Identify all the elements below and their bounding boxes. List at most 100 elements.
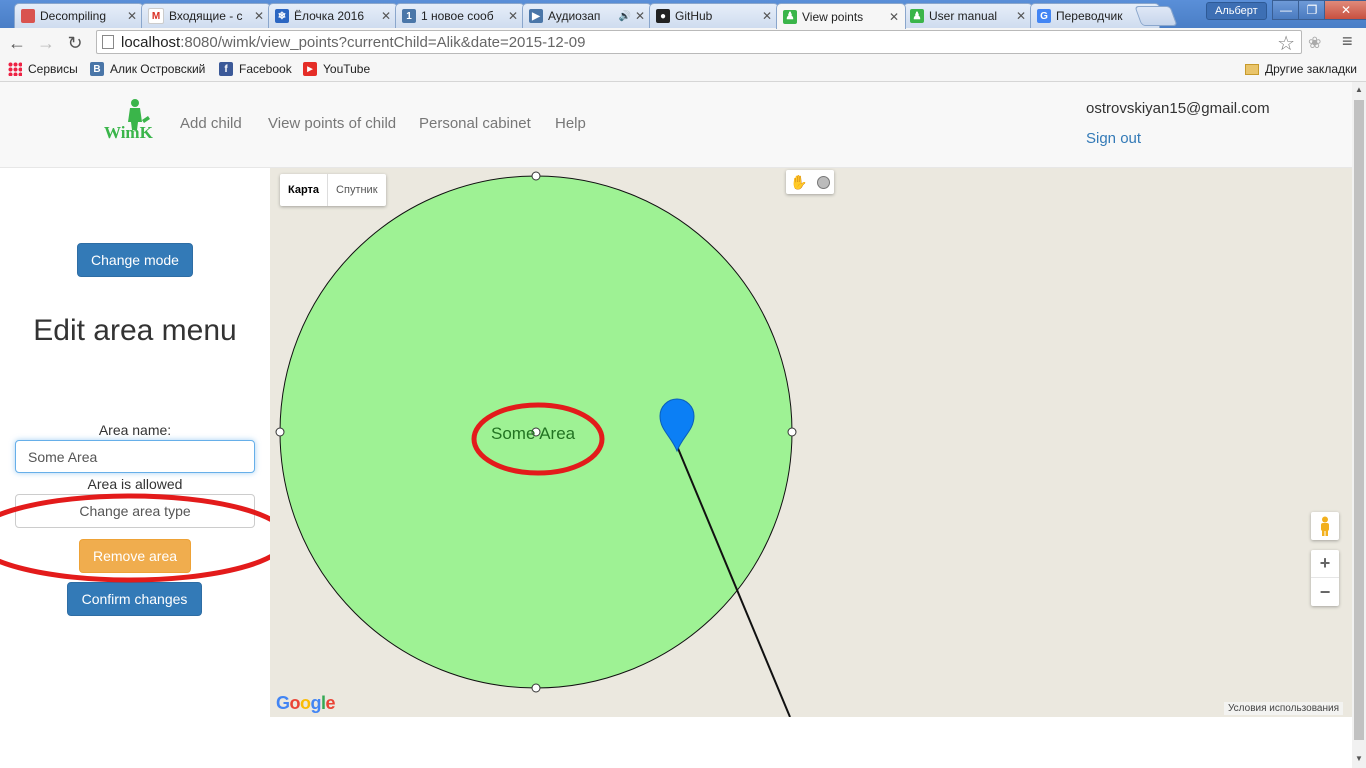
- url-text[interactable]: localhost:8080/wimk/view_points?currentC…: [121, 34, 585, 51]
- browser-tab[interactable]: ● GitHub ✕: [649, 3, 779, 28]
- address-bar[interactable]: localhost:8080/wimk/view_points?currentC…: [96, 30, 1302, 56]
- tab-close-icon[interactable]: ✕: [508, 9, 518, 23]
- browser-tab[interactable]: 1 1 новое сооб ✕: [395, 3, 525, 28]
- reload-icon[interactable]: ↻: [63, 32, 87, 54]
- tab-close-icon[interactable]: ✕: [762, 9, 772, 23]
- tab-label: Decompiling: [40, 9, 107, 23]
- browser-tab[interactable]: M Входящие - c ✕: [141, 3, 271, 28]
- circle-handle-right[interactable]: [787, 427, 797, 437]
- audio-playing-icon[interactable]: 🔊: [618, 11, 630, 22]
- tab-favicon-icon: [21, 9, 35, 23]
- tab-close-icon[interactable]: ✕: [1016, 9, 1026, 23]
- nav-add-child[interactable]: Add child: [180, 115, 242, 132]
- tab-favicon-icon: ●: [656, 9, 670, 23]
- back-icon[interactable]: ←: [5, 32, 29, 54]
- new-tab-button[interactable]: [1134, 6, 1178, 26]
- tab-label: Переводчик: [1056, 9, 1123, 23]
- area-name-label: Area name:: [98, 422, 172, 438]
- bookmark-label: Алик Островский: [110, 62, 206, 76]
- nav-personal-cabinet[interactable]: Personal cabinet: [419, 115, 531, 132]
- bookmark-youtube[interactable]: ▶ YouTube: [303, 62, 370, 76]
- window-close-button[interactable]: ✕: [1324, 0, 1366, 20]
- map-type-map[interactable]: Карта: [280, 174, 329, 206]
- vk-icon: B: [90, 62, 104, 76]
- browser-tab[interactable]: ▶ Аудиозап 🔊 ✕: [522, 3, 652, 28]
- zoom-out-button[interactable]: −: [1311, 578, 1339, 606]
- google-logo: Google: [276, 693, 336, 713]
- circle-tool-icon[interactable]: [816, 175, 830, 189]
- tab-label: View points: [802, 9, 864, 24]
- bookmark-vk[interactable]: B Алик Островский: [90, 62, 205, 76]
- pegman-icon[interactable]: [1311, 512, 1339, 540]
- tab-label: GitHub: [675, 9, 713, 23]
- facebook-icon: f: [219, 62, 233, 76]
- url-path: :8080/wimk/view_points?currentChild=Alik…: [180, 34, 586, 51]
- tab-label: User manual: [929, 9, 998, 23]
- browser-menu-icon[interactable]: ≡: [1342, 31, 1353, 52]
- other-bookmarks[interactable]: Другие закладки: [1245, 62, 1357, 76]
- tab-favicon-icon: ▶: [529, 9, 543, 23]
- tab-label: 1 новое сооб: [421, 9, 494, 23]
- wimk-logo[interactable]: WimK: [102, 98, 162, 142]
- browser-tab[interactable]: ❄ Ёлочка 2016 ✕: [268, 3, 398, 28]
- user-email: ostrovskiyan15@gmail.com: [1086, 100, 1270, 117]
- tab-strip: Decompiling ✕ M Входящие - c ✕ ❄ Ёлочка 2016 ✕ 1…: [0, 0, 1366, 29]
- bookmark-star-icon[interactable]: ☆: [1277, 31, 1295, 56]
- bookmark-label: YouTube: [323, 62, 371, 76]
- edit-area-sidebar: Change mode Edit area menu Area name: Ar…: [0, 168, 290, 768]
- bookmark-label: Сервисы: [28, 62, 78, 76]
- tab-label: Входящие - c: [169, 9, 243, 23]
- zoom-control: + −: [1311, 550, 1339, 606]
- hand-icon[interactable]: ✋: [790, 174, 807, 191]
- maximize-button[interactable]: ❐: [1298, 0, 1326, 20]
- tab-close-icon[interactable]: ✕: [889, 10, 899, 24]
- app-navbar: WimK Add child View points of child Pers…: [0, 82, 1352, 168]
- tab-favicon-icon: ♟: [910, 9, 924, 23]
- scroll-up-icon[interactable]: ▲: [1355, 85, 1363, 94]
- map-type-control: Карта Спутник: [280, 174, 386, 206]
- nav-view-points[interactable]: View points of child: [268, 115, 396, 132]
- svg-text:WimK: WimK: [104, 123, 154, 142]
- bookmark-apps[interactable]: Сервисы: [8, 62, 78, 76]
- bookmarks-bar: Сервисы B Алик Островский f Facebook ▶ Y…: [0, 58, 1366, 82]
- tab-close-icon[interactable]: ✕: [127, 9, 137, 23]
- youtube-icon: ▶: [303, 62, 317, 76]
- browser-tab[interactable]: Decompiling ✕: [14, 3, 144, 28]
- circle-handle-bottom[interactable]: [531, 683, 541, 693]
- bookmark-label: Facebook: [239, 62, 292, 76]
- extension-paw-icon[interactable]: ❀: [1308, 33, 1321, 53]
- tab-favicon-icon: 1: [402, 9, 416, 23]
- browser-tab[interactable]: ♟ User manual ✕: [903, 3, 1033, 28]
- circle-handle-top[interactable]: [531, 171, 541, 181]
- minimize-button[interactable]: —: [1272, 0, 1300, 20]
- sign-out-link[interactable]: Sign out: [1086, 130, 1141, 147]
- zoom-in-button[interactable]: +: [1311, 550, 1339, 578]
- area-name-input[interactable]: [15, 440, 255, 473]
- tab-label: Аудиозап: [548, 9, 601, 23]
- page-scrollbar[interactable]: ▲ ▼: [1352, 82, 1366, 768]
- bookmark-facebook[interactable]: f Facebook: [219, 62, 292, 76]
- tab-close-icon[interactable]: ✕: [381, 9, 391, 23]
- map-canvas[interactable]: Some Area Карта Спутник ✋ + − Google Усл…: [270, 168, 1352, 717]
- nav-help[interactable]: Help: [555, 115, 586, 132]
- tab-close-icon[interactable]: ✕: [635, 9, 645, 23]
- tab-close-icon[interactable]: ✕: [254, 9, 264, 23]
- tab-label: Ёлочка 2016: [294, 9, 365, 23]
- browser-toolbar: ← → ↻ localhost:8080/wimk/view_points?cu…: [0, 28, 1366, 58]
- other-bookmarks-label: Другие закладки: [1265, 62, 1357, 76]
- browser-tab[interactable]: ♟ View points ✕: [776, 3, 906, 29]
- edit-area-title: Edit area menu: [33, 314, 237, 347]
- scroll-down-icon[interactable]: ▼: [1355, 754, 1363, 763]
- forward-icon[interactable]: →: [34, 32, 58, 54]
- change-mode-button[interactable]: Change mode: [77, 243, 193, 277]
- circle-handle-left[interactable]: [275, 427, 285, 437]
- tab-favicon-icon: ❄: [275, 9, 289, 23]
- area-label: Some Area: [491, 424, 576, 443]
- scrollbar-thumb[interactable]: [1354, 100, 1364, 740]
- url-host: localhost: [121, 34, 181, 51]
- terms-of-use-link[interactable]: Условия использования: [1224, 702, 1343, 715]
- map-type-satellite[interactable]: Спутник: [328, 174, 385, 206]
- drawing-toolbar: ✋: [786, 170, 834, 194]
- profile-button[interactable]: Альберт: [1206, 2, 1267, 20]
- tab-favicon-icon: G: [1037, 9, 1051, 23]
